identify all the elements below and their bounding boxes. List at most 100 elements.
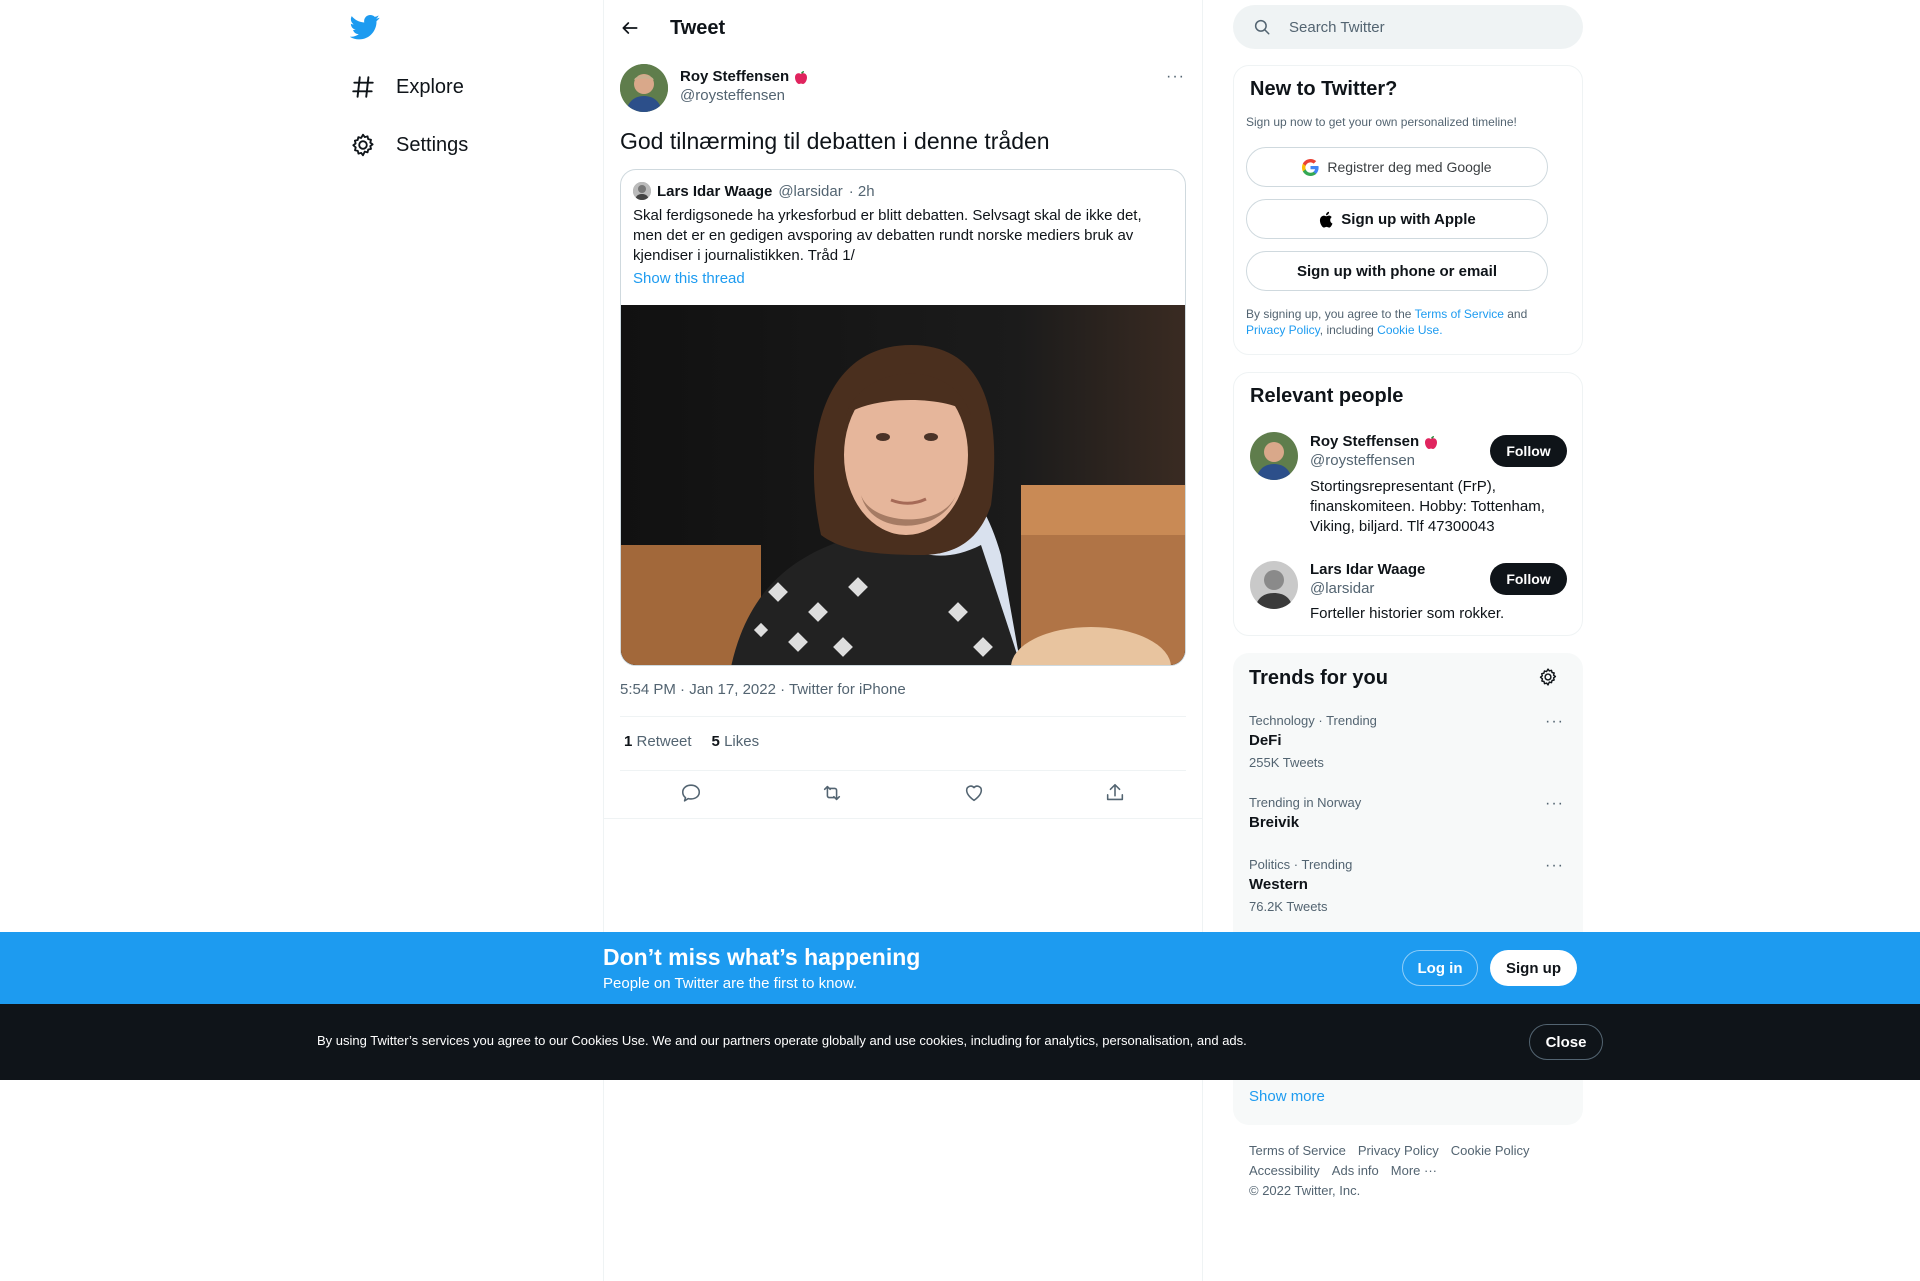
- trend-more-icon[interactable]: ···: [1545, 713, 1564, 731]
- quoted-author-handle: @larsidar: [778, 182, 843, 200]
- apple-signup-label: Sign up with Apple: [1341, 210, 1476, 228]
- tweet-text: God tilnærming til debatten i denne tråd…: [620, 128, 1050, 154]
- author-name-text: Roy Steffensen: [680, 68, 790, 85]
- phone-email-signup-label: Sign up with phone or email: [1296, 262, 1497, 280]
- tweet-header: Tweet: [620, 8, 725, 48]
- divider: [620, 770, 1186, 771]
- legal-and: and: [1503, 307, 1528, 321]
- person-avatar[interactable]: [1250, 432, 1298, 480]
- footer-link[interactable]: Ads info: [1332, 1163, 1379, 1179]
- footer-links-row: Terms of Service Privacy Policy Cookie P…: [1249, 1143, 1530, 1159]
- legal-prefix: By signing up, you agree to the: [1246, 307, 1415, 321]
- footer-link[interactable]: More ···: [1391, 1163, 1437, 1179]
- person-avatar[interactable]: [1250, 561, 1298, 609]
- login-button[interactable]: Log in: [1402, 950, 1478, 986]
- quoted-tweet-header: Lars Idar Waage @larsidar · 2h: [633, 182, 875, 200]
- show-thread-link[interactable]: Show this thread: [633, 270, 745, 287]
- cookie-banner: By using Twitter’s services you agree to…: [0, 1004, 1920, 1080]
- google-icon: [1302, 158, 1320, 176]
- share-icon[interactable]: [1104, 782, 1126, 804]
- like-icon[interactable]: [963, 782, 985, 804]
- quoted-tweet-time: · 2h: [848, 182, 875, 200]
- retweets-stat[interactable]: 1 Retweet: [624, 733, 692, 750]
- page-title: Tweet: [670, 16, 726, 39]
- quoted-tweet[interactable]: Lars Idar Waage @larsidar · 2h Skal ferd…: [620, 169, 1186, 666]
- nav-explore[interactable]: Explore: [350, 62, 464, 112]
- footer-links-row: Accessibility Ads info More ···: [1249, 1163, 1437, 1179]
- person-bio: Forteller historier som rokker.: [1310, 605, 1505, 622]
- trend-name: Breivik: [1249, 814, 1300, 831]
- cookie-close-button[interactable]: Close: [1529, 1024, 1603, 1060]
- back-arrow-icon[interactable]: [620, 18, 640, 38]
- relevant-people-title: Relevant people: [1250, 385, 1404, 407]
- retweets-count: 1: [624, 733, 633, 750]
- tweet-meta: 5:54 PM · Jan 17, 2022 · Twitter for iPh…: [620, 681, 906, 698]
- twitter-logo-icon[interactable]: [350, 12, 380, 42]
- author-handle: @roysteffensen: [680, 87, 786, 104]
- banner-title: Don’t miss what’s happening: [603, 944, 921, 970]
- trend-more-icon[interactable]: ···: [1545, 857, 1564, 875]
- new-to-twitter-card: New to Twitter? Sign up now to get your …: [1233, 65, 1583, 355]
- apple-icon: [793, 69, 809, 85]
- tweet-actions: [620, 782, 1186, 804]
- person-info[interactable]: Lars Idar Waage @larsidar: [1310, 561, 1425, 597]
- person-name: Roy Steffensen: [1310, 433, 1439, 450]
- apple-logo-icon: [1318, 211, 1333, 228]
- trend-meta: Trending in Norway: [1249, 795, 1362, 810]
- google-signup-button[interactable]: Registrer deg med Google: [1246, 147, 1548, 187]
- more-options-icon[interactable]: ···: [1166, 68, 1185, 86]
- terms-link[interactable]: Terms of Service: [1415, 307, 1504, 321]
- legal-including: , including: [1319, 323, 1378, 337]
- author-avatar[interactable]: [620, 64, 668, 112]
- trend-count: 76.2K Tweets: [1249, 899, 1328, 914]
- follow-button[interactable]: Follow: [1490, 563, 1567, 595]
- quoted-tweet-photo[interactable]: [621, 305, 1185, 665]
- footer-link[interactable]: Privacy Policy: [1358, 1143, 1439, 1159]
- person-handle: @roysteffensen: [1310, 452, 1416, 469]
- trend-item[interactable]: Politics · Trending Western 76.2K Tweets: [1249, 857, 1352, 914]
- retweets-label: Retweet: [636, 733, 692, 750]
- person-bio: Stortingsrepresentant (FrP), finanskomit…: [1310, 478, 1545, 535]
- person-info[interactable]: Roy Steffensen @roysteffensen: [1310, 433, 1439, 469]
- trend-item[interactable]: Technology · Trending DeFi 255K Tweets: [1249, 713, 1377, 770]
- cookie-link[interactable]: Cookie Use.: [1377, 323, 1442, 337]
- divider: [604, 818, 1202, 819]
- nav-explore-label: Explore: [396, 75, 464, 98]
- apple-icon: [1423, 434, 1439, 450]
- retweet-icon[interactable]: [821, 782, 843, 804]
- trend-count: 255K Tweets: [1249, 755, 1324, 770]
- trend-meta: Politics · Trending: [1249, 857, 1353, 872]
- trends-settings-icon[interactable]: [1538, 667, 1558, 687]
- footer-link[interactable]: Terms of Service: [1249, 1143, 1346, 1159]
- quoted-tweet-text: Skal ferdigsonede ha yrkesforbud er blit…: [633, 207, 1142, 264]
- search-input[interactable]: Search Twitter: [1289, 19, 1385, 36]
- reply-icon[interactable]: [680, 782, 702, 804]
- google-signup-label: Registrer deg med Google: [1327, 159, 1492, 175]
- footer-link[interactable]: Accessibility: [1249, 1163, 1320, 1179]
- new-to-twitter-subtitle: Sign up now to get your own personalized…: [1246, 115, 1517, 129]
- trend-item[interactable]: Trending in Norway Breivik: [1249, 795, 1361, 831]
- follow-button[interactable]: Follow: [1490, 435, 1567, 467]
- author-block: Roy Steffensen @roysteffensen: [680, 68, 809, 104]
- hashtag-icon: [350, 74, 376, 100]
- author-name[interactable]: Roy Steffensen: [680, 68, 809, 85]
- nav-settings-label: Settings: [396, 133, 469, 156]
- footer-link[interactable]: Cookie Policy: [1451, 1143, 1530, 1159]
- trend-name: Western: [1249, 876, 1308, 893]
- show-more-link[interactable]: Show more: [1249, 1088, 1325, 1105]
- quoted-author-name: Lars Idar Waage: [657, 182, 773, 200]
- likes-stat[interactable]: 5 Likes: [712, 733, 760, 750]
- signup-banner: Don’t miss what’s happening People on Tw…: [0, 932, 1920, 1004]
- search-icon: [1253, 18, 1271, 36]
- nav-settings[interactable]: Settings: [350, 120, 468, 170]
- privacy-link[interactable]: Privacy Policy: [1246, 323, 1320, 337]
- copyright: © 2022 Twitter, Inc.: [1249, 1183, 1361, 1198]
- person-handle: @larsidar: [1310, 580, 1375, 597]
- trend-name: DeFi: [1249, 732, 1282, 749]
- apple-signup-button[interactable]: Sign up with Apple: [1246, 199, 1548, 239]
- search-bar[interactable]: Search Twitter: [1233, 5, 1583, 49]
- relevant-people-card: Relevant people Roy Steffensen @roysteff…: [1233, 372, 1583, 636]
- signup-button[interactable]: Sign up: [1490, 950, 1577, 986]
- trend-more-icon[interactable]: ···: [1545, 795, 1564, 813]
- phone-email-signup-button[interactable]: Sign up with phone or email: [1246, 251, 1548, 291]
